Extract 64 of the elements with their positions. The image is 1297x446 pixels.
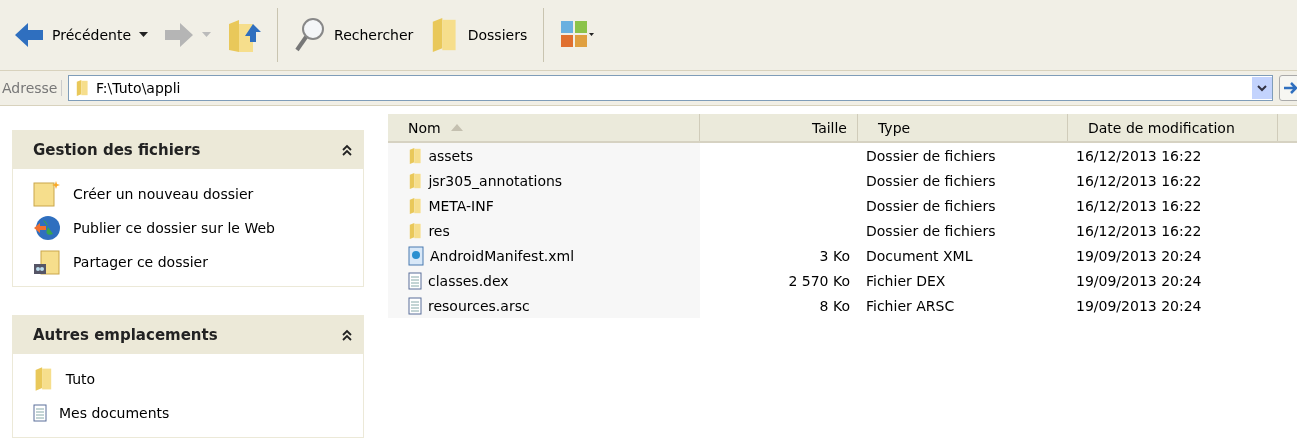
folders-button[interactable]: Dossiers [423, 12, 534, 58]
caret-icon [139, 32, 149, 38]
file-name-cell[interactable]: classes.dex [388, 268, 700, 293]
document-icon [33, 403, 47, 422]
date-cell-text: 19/09/2013 20:24 [1075, 296, 1203, 316]
date-cell-text: 16/12/2013 16:22 [1075, 221, 1203, 241]
search-button[interactable]: Rechercher [288, 12, 420, 58]
arrow-icon [1283, 81, 1297, 95]
back-button[interactable]: Précédente [8, 18, 155, 52]
file-name-cell[interactable]: META-INF [388, 193, 700, 218]
date-cell-text: 16/12/2013 16:22 [1075, 146, 1203, 166]
file-name-cell[interactable]: assets [388, 143, 700, 168]
column-header[interactable]: Nom [388, 114, 700, 141]
size-cell-text: 8 Ko [818, 296, 851, 316]
task-link[interactable]: Partager ce dossier [33, 247, 363, 276]
sort-arrow-icon [450, 124, 463, 131]
date-cell-text: 19/09/2013 20:24 [1075, 271, 1203, 291]
folder-icon [408, 221, 423, 240]
type-cell-text: Fichier ARSC [865, 296, 956, 316]
task-link[interactable]: Publier ce dossier sur le Web [33, 213, 363, 242]
document-icon [408, 245, 424, 266]
type-cell-text: Dossier de fichiers [865, 221, 997, 241]
file-name-cell[interactable]: resources.arsc [388, 293, 700, 318]
type-cell-text: Dossier de fichiers [865, 196, 997, 216]
go-button[interactable] [1279, 75, 1297, 101]
folder-icon [408, 196, 423, 215]
date-cell-text: 16/12/2013 16:22 [1075, 196, 1203, 216]
folder-icon [408, 146, 423, 165]
caret-icon [202, 32, 212, 38]
file-name-cell[interactable]: jsr305_annotations [388, 168, 700, 193]
file-icon [408, 271, 422, 290]
task-link[interactable]: Mes documents [33, 398, 363, 427]
folder-icon [408, 171, 423, 190]
task-link[interactable]: Tuto [33, 364, 363, 393]
type-cell-text: Fichier DEX [865, 271, 947, 291]
search-icon [294, 16, 327, 54]
dropdown-button[interactable] [1252, 77, 1272, 99]
task-link[interactable]: Créer un nouveau dossier [33, 179, 363, 208]
size-cell-text: 3 Ko [818, 246, 851, 266]
panel-header[interactable]: Gestion des fichiers [13, 131, 363, 169]
address-field[interactable]: F:\Tuto\appli [68, 75, 1273, 101]
views-icon [560, 20, 595, 50]
size-cell-text: 2 570 Ko [787, 271, 851, 291]
folder-icon [75, 79, 90, 97]
column-header[interactable]: Taille [700, 114, 858, 141]
type-cell-text: Document XML [865, 246, 974, 266]
forward-arrow-icon [164, 22, 195, 48]
file-name-cell[interactable]: AndroidManifest.xml [388, 243, 700, 268]
file-icon [408, 296, 422, 315]
folder-icon [33, 365, 54, 392]
type-cell-text: Dossier de fichiers [865, 146, 997, 166]
globe-icon [33, 213, 61, 242]
column-header[interactable]: Type [858, 114, 1068, 141]
shared-folder-icon [33, 247, 61, 276]
date-cell-text: 19/09/2013 20:24 [1075, 246, 1203, 266]
type-cell-text: Dossier de fichiers [865, 171, 997, 191]
caret-icon [1257, 84, 1267, 92]
date-cell-text: 16/12/2013 16:22 [1075, 171, 1203, 191]
back-arrow-icon [14, 22, 44, 48]
new-folder-icon [33, 179, 61, 208]
panel-header[interactable]: Autres emplacements [13, 316, 363, 354]
address-label: Adresse [2, 80, 63, 96]
file-name-cell[interactable]: res [388, 218, 700, 243]
column-header[interactable]: Date de modification [1068, 114, 1278, 141]
